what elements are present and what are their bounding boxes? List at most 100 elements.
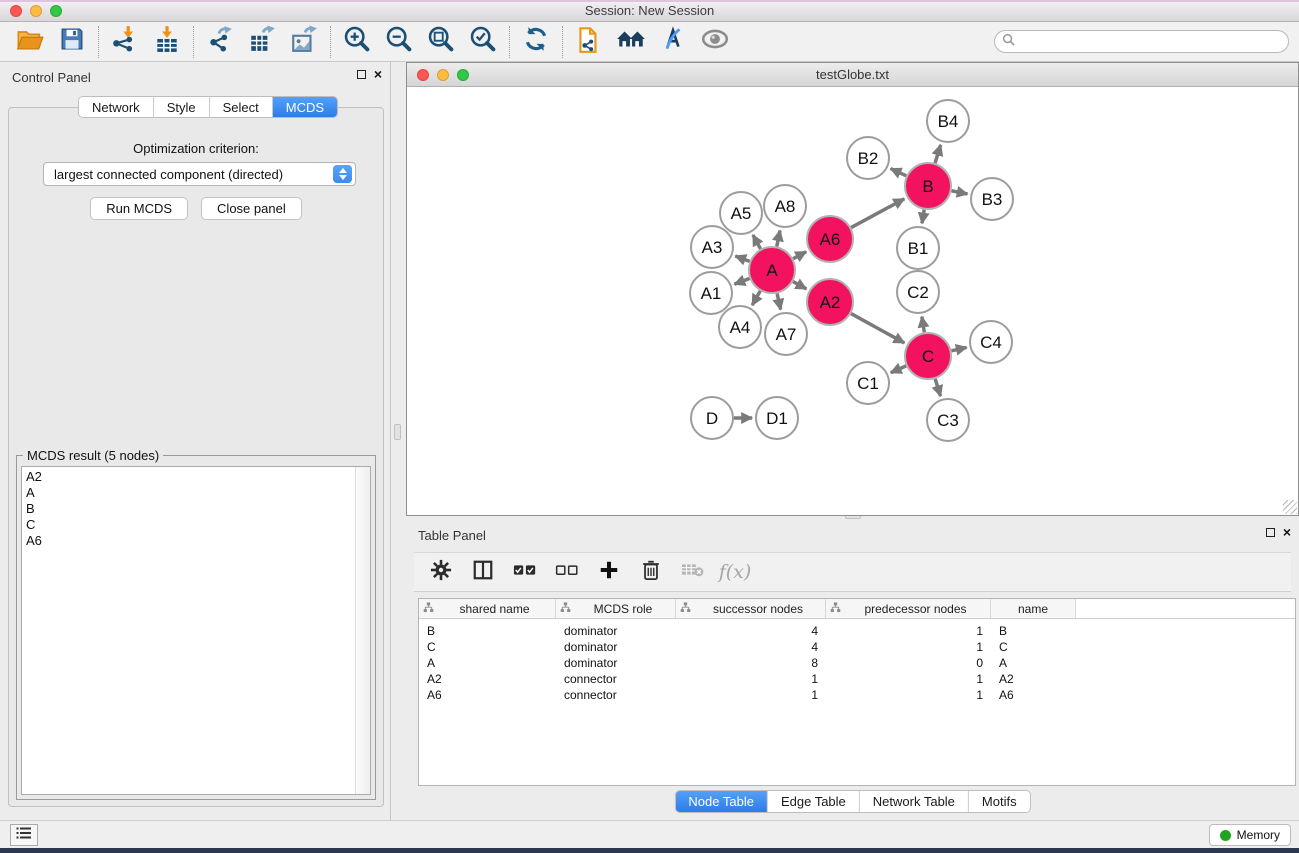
export-network-button[interactable] <box>202 25 238 59</box>
home-layout-button[interactable] <box>613 25 649 59</box>
tab-motifs[interactable]: Motifs <box>969 791 1030 812</box>
run-mcds-button[interactable]: Run MCDS <box>90 197 188 220</box>
graph-node-D[interactable]: D <box>691 397 733 439</box>
tab-node-table[interactable]: Node Table <box>675 791 768 812</box>
float-panel-icon[interactable] <box>357 70 366 79</box>
graph-edge-A-A5[interactable] <box>753 235 761 249</box>
export-image-button[interactable] <box>286 25 322 59</box>
graph-edge-C-C4[interactable] <box>951 347 966 350</box>
graph-node-A2[interactable]: A2 <box>807 279 853 325</box>
vertical-split-handle[interactable] <box>394 424 401 440</box>
tab-style[interactable]: Style <box>154 97 210 117</box>
graph-edge-A-A4[interactable] <box>752 291 760 305</box>
list-scrollbar[interactable] <box>355 467 370 794</box>
delete-table-button[interactable] <box>680 559 706 585</box>
graph-node-B1[interactable]: B1 <box>897 227 939 269</box>
graph-node-A[interactable]: A <box>749 247 795 293</box>
zoom-in-button[interactable] <box>339 25 375 59</box>
graph-node-D1[interactable]: D1 <box>756 397 798 439</box>
optimization-criterion-dropdown[interactable]: largest connected component (directed) <box>43 162 356 186</box>
new-network-from-file-button[interactable] <box>571 25 607 59</box>
refresh-button[interactable] <box>518 25 554 59</box>
show-graphics-details-button[interactable] <box>697 25 733 59</box>
zoom-selected-button[interactable] <box>465 25 501 59</box>
graph-node-A8[interactable]: A8 <box>764 185 806 227</box>
graph-node-A3[interactable]: A3 <box>691 226 733 268</box>
show-columns-button[interactable] <box>470 559 496 585</box>
import-table-button[interactable] <box>149 25 185 59</box>
graph-node-A6[interactable]: A6 <box>807 216 853 262</box>
tab-network[interactable]: Network <box>79 97 154 117</box>
graph-edge-A6-B[interactable] <box>851 199 904 228</box>
list-item[interactable]: B <box>26 501 42 517</box>
float-table-panel-icon[interactable] <box>1266 528 1275 537</box>
graph-edge-A-A2[interactable] <box>793 282 806 289</box>
graph-node-A1[interactable]: A1 <box>690 272 732 314</box>
graph-edge-C-C1[interactable] <box>891 366 906 373</box>
tab-select[interactable]: Select <box>210 97 273 117</box>
mcds-result-list[interactable]: A2 A B C A6 <box>21 466 371 795</box>
graph-edge-C-C2[interactable] <box>922 317 924 333</box>
graph-edge-B-B2[interactable] <box>891 169 907 176</box>
graph-edge-A-A6[interactable] <box>793 252 806 259</box>
graph-node-C2[interactable]: C2 <box>897 271 939 313</box>
graph-node-B[interactable]: B <box>905 163 951 209</box>
graph-node-C3[interactable]: C3 <box>927 399 969 441</box>
close-panel-icon[interactable]: × <box>374 70 382 79</box>
resize-grip-icon[interactable] <box>1283 500 1297 514</box>
close-panel-button[interactable]: Close panel <box>201 197 302 220</box>
show-task-history-button[interactable] <box>10 824 38 846</box>
column-header-shared-name[interactable]: shared name <box>419 599 556 618</box>
tab-network-table[interactable]: Network Table <box>860 791 969 812</box>
graph-edge-A-A1[interactable] <box>734 278 749 284</box>
search-input[interactable] <box>1015 33 1288 51</box>
list-item[interactable]: A6 <box>26 533 42 549</box>
graph-edge-B-B4[interactable] <box>935 145 941 163</box>
graph-node-A7[interactable]: A7 <box>765 313 807 355</box>
graph-edge-A-A3[interactable] <box>735 256 749 261</box>
select-all-button[interactable] <box>512 559 538 585</box>
save-session-button[interactable] <box>54 25 90 59</box>
table-row[interactable]: B dominator 4 1 B <box>419 623 1295 639</box>
network-window-titlebar[interactable]: testGlobe.txt <box>407 63 1298 87</box>
network-graph[interactable]: B4B2BB3A8A5A6A3B1AA1C2A2A4A7C4CC1C3DD1 <box>407 88 1298 515</box>
table-row[interactable]: C dominator 4 1 C <box>419 639 1295 655</box>
column-header-successor-nodes[interactable]: successor nodes <box>676 599 826 618</box>
delete-column-button[interactable] <box>638 559 664 585</box>
search-field[interactable] <box>994 30 1289 53</box>
tab-edge-table[interactable]: Edge Table <box>768 791 860 812</box>
hide-labels-button[interactable] <box>655 25 691 59</box>
list-item[interactable]: A <box>26 485 42 501</box>
column-header-mcds-role[interactable]: MCDS role <box>556 599 676 618</box>
graph-edge-C-C3[interactable] <box>935 379 940 396</box>
table-row[interactable]: A6 connector 1 1 A6 <box>419 687 1295 703</box>
table-row[interactable]: A dominator 8 0 A <box>419 655 1295 671</box>
zoom-fit-button[interactable] <box>423 25 459 59</box>
graph-node-C[interactable]: C <box>905 333 951 379</box>
graph-node-B3[interactable]: B3 <box>971 178 1013 220</box>
column-header-name[interactable]: name <box>991 599 1076 618</box>
export-table-button[interactable] <box>244 25 280 59</box>
graph-edge-A-A7[interactable] <box>777 293 781 309</box>
close-table-panel-icon[interactable]: × <box>1283 528 1291 537</box>
create-column-button[interactable] <box>596 559 622 585</box>
column-header-predecessor-nodes[interactable]: predecessor nodes <box>826 599 991 618</box>
graph-edge-B-B1[interactable] <box>922 210 924 224</box>
graph-node-B4[interactable]: B4 <box>927 100 969 142</box>
table-settings-button[interactable] <box>428 559 454 585</box>
graph-node-C4[interactable]: C4 <box>970 321 1012 363</box>
network-canvas[interactable]: B4B2BB3A8A5A6A3B1AA1C2A2A4A7C4CC1C3DD1 <box>407 88 1298 515</box>
function-builder-button[interactable]: f(x) <box>722 559 748 585</box>
tab-mcds[interactable]: MCDS <box>273 97 337 117</box>
open-session-button[interactable] <box>12 25 48 59</box>
graph-edge-B-B3[interactable] <box>952 191 968 194</box>
table-row[interactable]: A2 connector 1 1 A2 <box>419 671 1295 687</box>
graph-edge-A2-C[interactable] <box>851 314 904 343</box>
unselect-all-button[interactable] <box>554 559 580 585</box>
list-item[interactable]: A2 <box>26 469 42 485</box>
graph-node-A5[interactable]: A5 <box>720 192 762 234</box>
graph-node-A4[interactable]: A4 <box>719 306 761 348</box>
memory-button[interactable]: Memory <box>1209 824 1291 846</box>
graph-node-B2[interactable]: B2 <box>847 137 889 179</box>
import-network-button[interactable] <box>107 25 143 59</box>
